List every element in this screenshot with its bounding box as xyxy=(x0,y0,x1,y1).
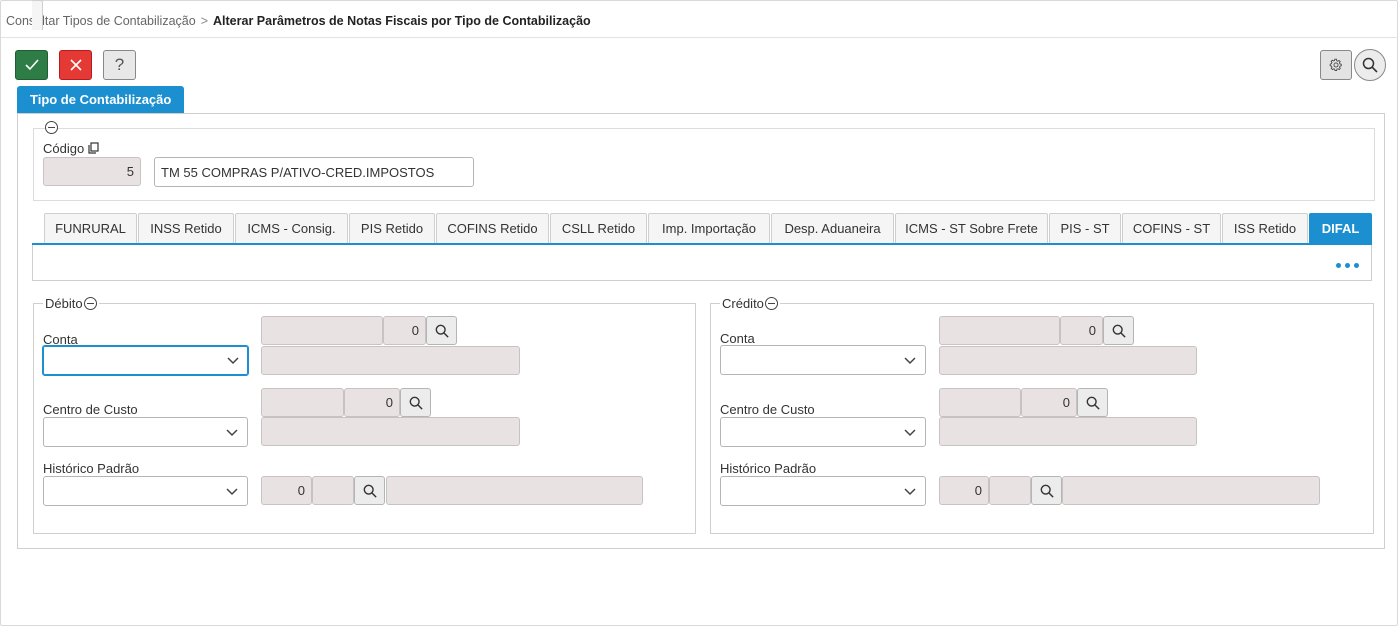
debito-centro-custo-lookup-button[interactable] xyxy=(400,388,431,417)
help-button[interactable]: ? xyxy=(103,50,136,80)
credito-centro-custo-code-field: 0 xyxy=(1021,388,1077,417)
search-icon xyxy=(435,324,449,338)
credito-centro-custo-lookup-button[interactable] xyxy=(1077,388,1108,417)
breadcrumb: Consultar Tipos de Contabilização > Altera… xyxy=(6,14,591,28)
tab-pis-st[interactable]: PIS - ST xyxy=(1049,213,1121,243)
credito-conta-select[interactable] xyxy=(720,345,926,375)
credito-conta-lookup-button[interactable] xyxy=(1103,316,1134,345)
credito-conta-label: Conta xyxy=(720,331,755,346)
chevron-down-icon xyxy=(227,357,239,365)
debito-centro-custo-code-field: 0 xyxy=(344,388,400,417)
tab-pis-retido[interactable]: PIS Retido xyxy=(349,213,435,243)
credito-conta-code-field: 0 xyxy=(1060,316,1103,345)
search-icon xyxy=(1040,484,1054,498)
confirm-button[interactable] xyxy=(15,50,48,80)
chevron-down-icon xyxy=(226,429,238,437)
debito-conta-code-field: 0 xyxy=(383,316,426,345)
tab-overflow[interactable] xyxy=(32,0,43,30)
tab-icms-st-sobre-frete[interactable]: ICMS - ST Sobre Frete xyxy=(895,213,1048,243)
search-icon xyxy=(1086,396,1100,410)
credito-historico-description-field xyxy=(1062,476,1320,505)
collapse-icon[interactable] xyxy=(45,121,58,134)
check-icon xyxy=(24,59,39,71)
debito-historico-lookup-button[interactable] xyxy=(354,476,385,505)
tab-desp-aduaneira[interactable]: Desp. Aduaneira xyxy=(771,213,894,243)
credito-centro-custo-label: Centro de Custo xyxy=(720,402,815,417)
debito-conta-mask-field xyxy=(261,316,383,345)
chevron-down-icon xyxy=(904,488,916,496)
help-icon: ? xyxy=(114,55,125,74)
debito-historico-description-field xyxy=(386,476,643,505)
debito-conta-lookup-button[interactable] xyxy=(426,316,457,345)
debito-conta-select[interactable] xyxy=(42,345,249,376)
close-icon xyxy=(69,59,82,71)
debito-legend: Débito xyxy=(43,296,99,311)
credito-historico-lookup-button[interactable] xyxy=(1031,476,1062,505)
debito-centro-custo-select[interactable] xyxy=(43,417,248,447)
debito-historico-label: Histórico Padrão xyxy=(43,461,140,476)
chevron-down-icon xyxy=(226,488,238,496)
collapse-icon[interactable] xyxy=(764,297,778,310)
header-divider xyxy=(1,37,1398,38)
collapse-icon[interactable] xyxy=(83,297,97,310)
tab-cofins-retido[interactable]: COFINS Retido xyxy=(436,213,549,243)
credito-historico-code-field: 0 xyxy=(939,476,989,505)
debito-historico-code-field: 0 xyxy=(261,476,312,505)
tab-icms-consig[interactable]: ICMS - Consig. xyxy=(235,213,348,243)
credito-conta-mask-field xyxy=(939,316,1060,345)
credito-conta-description-field xyxy=(939,346,1197,375)
codigo-label: Código xyxy=(43,141,99,156)
search-icon xyxy=(409,396,423,410)
credito-centro-custo-description-field xyxy=(939,417,1197,446)
breadcrumb-current: Alterar Parâmetros de Notas Fiscais por … xyxy=(213,14,591,28)
debito-centro-custo-description-field xyxy=(261,417,520,446)
gear-icon xyxy=(1329,58,1342,72)
credito-historico-mask-field xyxy=(989,476,1031,505)
search-icon xyxy=(363,484,377,498)
tab-csll-retido[interactable]: CSLL Retido xyxy=(550,213,647,243)
tab-inss-retido[interactable]: INSS Retido xyxy=(138,213,234,243)
codigo-description-field[interactable]: TM 55 COMPRAS P/ATIVO-CRED.IMPOSTOS xyxy=(154,157,474,187)
global-search-button[interactable] xyxy=(1354,49,1386,81)
search-icon xyxy=(1112,324,1126,338)
credito-legend: Crédito xyxy=(720,296,780,311)
cancel-button[interactable] xyxy=(59,50,92,80)
tab-imp-importacao[interactable]: Imp. Importação xyxy=(648,213,770,243)
section-tab-tipo-contabilizacao[interactable]: Tipo de Contabilização xyxy=(17,86,185,113)
debito-historico-mask-field xyxy=(312,476,354,505)
search-icon xyxy=(1362,57,1378,73)
credito-historico-label: Histórico Padrão xyxy=(720,461,817,476)
chevron-down-icon xyxy=(904,429,916,437)
tab-panel xyxy=(32,245,1372,281)
chevron-down-icon xyxy=(904,357,916,365)
debito-historico-select[interactable] xyxy=(43,476,248,506)
credito-historico-select[interactable] xyxy=(720,476,926,506)
credito-centro-custo-select[interactable] xyxy=(720,417,926,447)
tab-iss-retido[interactable]: ISS Retido xyxy=(1222,213,1308,243)
codigo-number-field: 5 xyxy=(43,157,141,186)
settings-button[interactable] xyxy=(1320,50,1352,80)
debito-centro-custo-label: Centro de Custo xyxy=(43,402,138,417)
breadcrumb-separator: > xyxy=(200,14,209,28)
tab-difal[interactable]: DIFAL xyxy=(1309,213,1372,243)
copy-icon[interactable] xyxy=(88,142,99,154)
credito-centro-custo-mask-field xyxy=(939,388,1021,417)
tab-funrural[interactable]: FUNRURAL xyxy=(44,213,137,243)
debito-centro-custo-mask-field xyxy=(261,388,344,417)
tab-cofins-st[interactable]: COFINS - ST xyxy=(1122,213,1221,243)
more-icon[interactable] xyxy=(1336,263,1359,268)
debito-conta-description-field xyxy=(261,346,520,375)
